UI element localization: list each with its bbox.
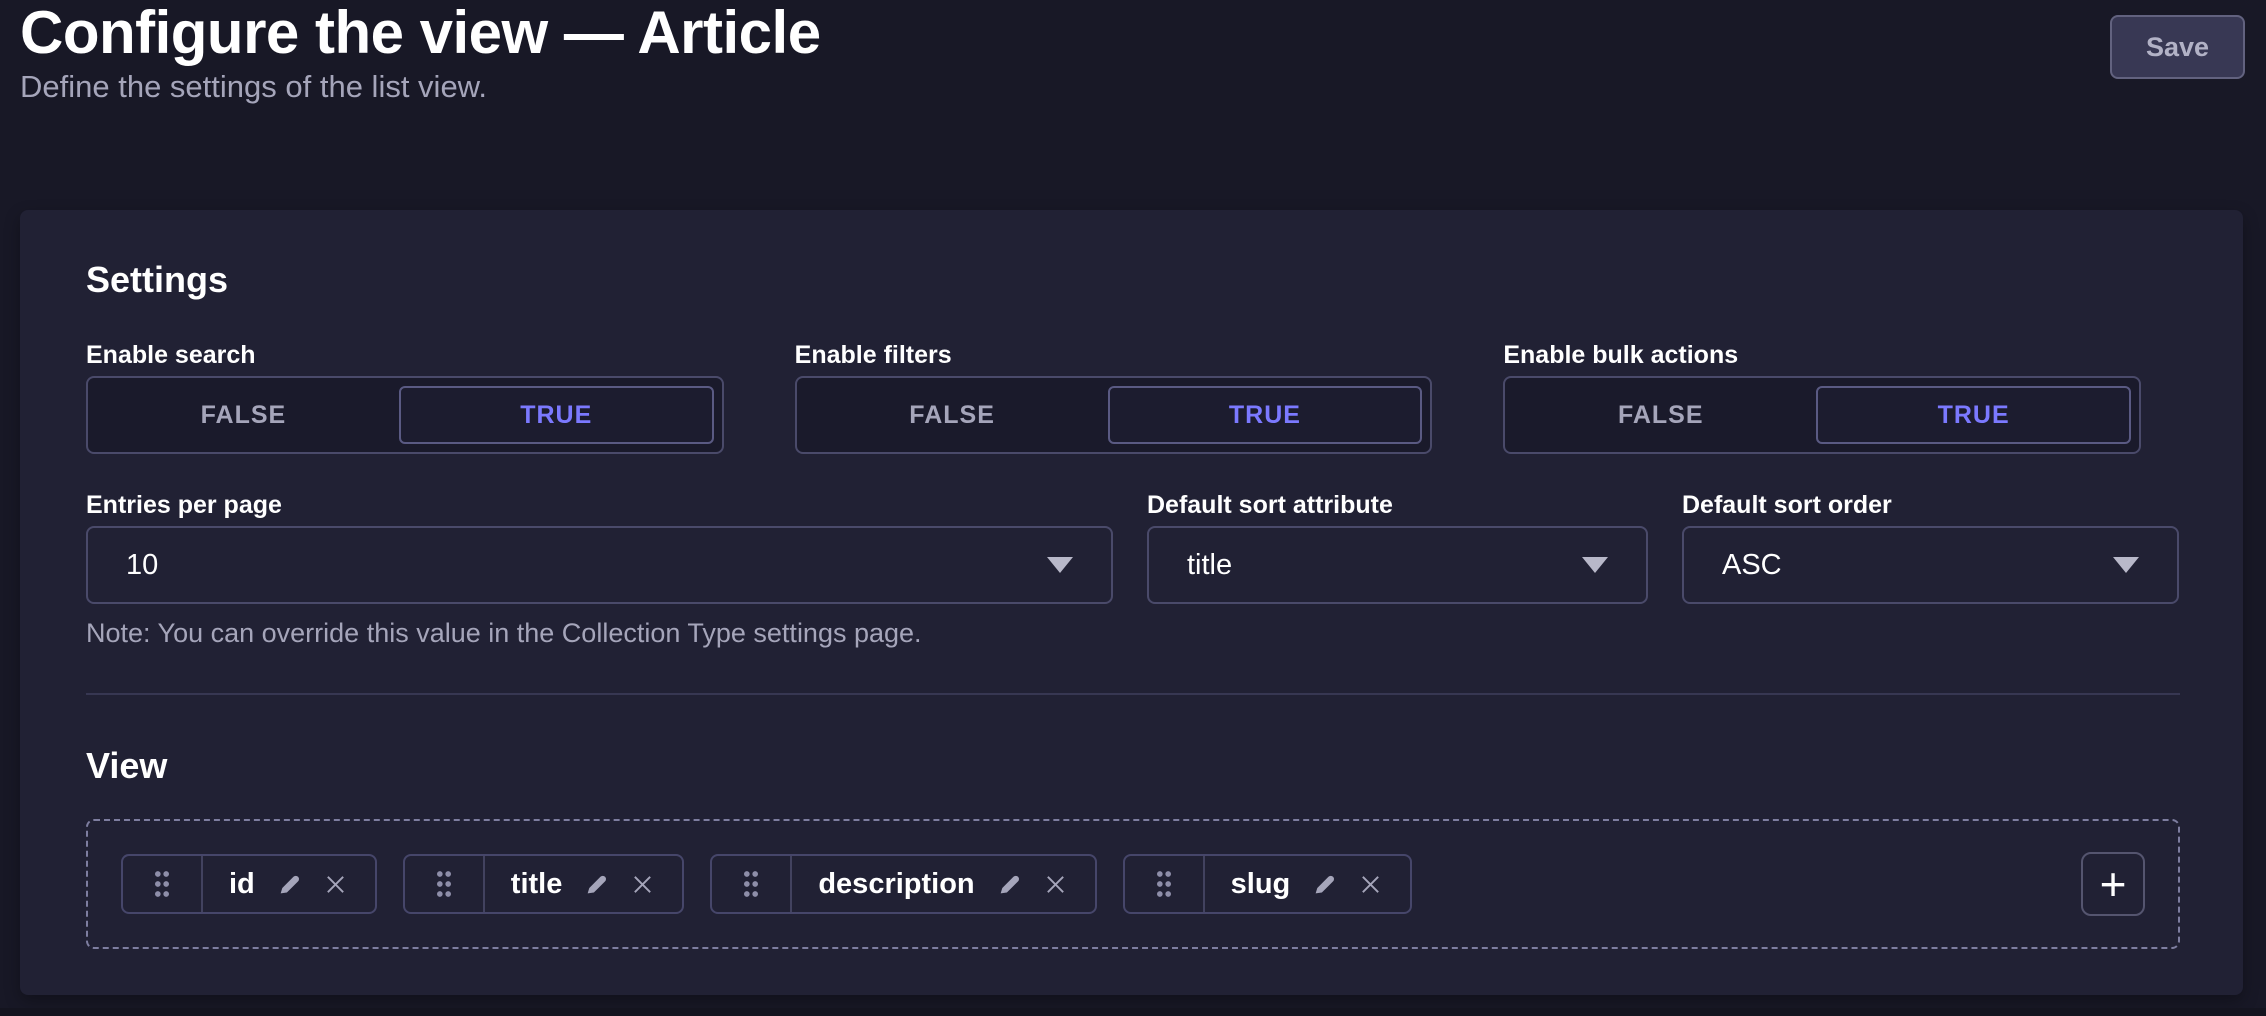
entries-per-page-select[interactable]: 10	[86, 526, 1113, 604]
default-sort-order-select[interactable]: ASC	[1682, 526, 2179, 604]
field-chip-body: id	[203, 856, 375, 912]
field-chip-slug: slug	[1123, 854, 1413, 914]
entries-per-page-note: Note: You can override this value in the…	[86, 618, 2180, 648]
settings-heading: Settings	[86, 262, 2180, 298]
pencil-icon	[584, 872, 609, 897]
default-sort-order-field: Default sort order ASC	[1682, 492, 2179, 604]
section-divider	[86, 693, 2180, 695]
settings-card: Settings Enable search FALSE TRUE Enable…	[20, 210, 2243, 995]
close-icon	[1044, 873, 1067, 896]
drag-handle-icon	[152, 869, 172, 899]
toggle-option-false[interactable]: FALSE	[1505, 378, 1816, 452]
close-icon	[1359, 873, 1382, 896]
bottom-edge-strip	[0, 1008, 2266, 1016]
selects-row: Entries per page 10 Default sort attribu…	[86, 492, 2180, 604]
remove-field-button[interactable]	[1044, 873, 1067, 896]
enable-filters-field: Enable filters FALSE TRUE	[795, 342, 1472, 454]
drag-handle[interactable]	[123, 856, 203, 912]
toggle-option-true[interactable]: TRUE	[1108, 386, 1423, 444]
edit-field-button[interactable]	[1312, 872, 1337, 897]
field-chip-title: title	[403, 854, 685, 914]
drag-handle[interactable]	[405, 856, 485, 912]
field-chip-id: id	[121, 854, 377, 914]
select-value: title	[1187, 549, 1232, 582]
enable-search-label: Enable search	[86, 342, 763, 368]
enable-bulk-actions-field: Enable bulk actions FALSE TRUE	[1503, 342, 2180, 454]
field-drop-zone: id title	[86, 819, 2180, 949]
default-sort-attribute-field: Default sort attribute title	[1147, 492, 1648, 604]
default-sort-attribute-select[interactable]: title	[1147, 526, 1648, 604]
enable-search-toggle: FALSE TRUE	[86, 376, 724, 454]
page-header: Configure the view — Article Define the …	[0, 0, 2266, 104]
drag-handle[interactable]	[1125, 856, 1205, 912]
edit-field-button[interactable]	[277, 872, 302, 897]
edit-field-button[interactable]	[997, 872, 1022, 897]
drag-handle-icon	[1154, 869, 1174, 899]
toggles-row: Enable search FALSE TRUE Enable filters …	[86, 342, 2180, 454]
remove-field-button[interactable]	[1359, 873, 1382, 896]
select-value: 10	[126, 549, 158, 582]
close-icon	[631, 873, 654, 896]
enable-bulk-actions-toggle: FALSE TRUE	[1503, 376, 2141, 454]
page-title: Configure the view — Article	[20, 2, 821, 64]
toggle-option-false[interactable]: FALSE	[797, 378, 1108, 452]
default-sort-attribute-label: Default sort attribute	[1147, 492, 1648, 518]
pencil-icon	[1312, 872, 1337, 897]
page-header-text: Configure the view — Article Define the …	[20, 2, 821, 104]
caret-down-icon	[1047, 557, 1073, 573]
close-icon	[324, 873, 347, 896]
drag-handle-icon	[434, 869, 454, 899]
pencil-icon	[997, 872, 1022, 897]
enable-search-field: Enable search FALSE TRUE	[86, 342, 763, 454]
page-subtitle: Define the settings of the list view.	[20, 70, 821, 104]
select-value: ASC	[1722, 549, 1782, 582]
edit-field-button[interactable]	[584, 872, 609, 897]
remove-field-button[interactable]	[324, 873, 347, 896]
field-chip-body: slug	[1205, 856, 1411, 912]
entries-per-page-field: Entries per page 10	[86, 492, 1113, 604]
field-chip-label: id	[229, 868, 255, 901]
field-chip-body: title	[485, 856, 683, 912]
field-chip-label: slug	[1231, 868, 1291, 901]
pencil-icon	[277, 872, 302, 897]
enable-filters-label: Enable filters	[795, 342, 1472, 368]
caret-down-icon	[2113, 557, 2139, 573]
view-heading: View	[86, 748, 2180, 784]
entries-per-page-label: Entries per page	[86, 492, 1113, 518]
field-chip-description: description	[710, 854, 1096, 914]
drag-handle-icon	[741, 869, 761, 899]
save-button[interactable]: Save	[2110, 15, 2245, 79]
field-chip-body: description	[792, 856, 1094, 912]
enable-filters-toggle: FALSE TRUE	[795, 376, 1433, 454]
add-field-button[interactable]: +	[2081, 852, 2145, 916]
toggle-option-true[interactable]: TRUE	[399, 386, 714, 444]
field-chip-label: title	[511, 868, 563, 901]
default-sort-order-label: Default sort order	[1682, 492, 2179, 518]
field-chip-label: description	[818, 868, 974, 901]
drag-handle[interactable]	[712, 856, 792, 912]
toggle-option-true[interactable]: TRUE	[1816, 386, 2131, 444]
remove-field-button[interactable]	[631, 873, 654, 896]
toggle-option-false[interactable]: FALSE	[88, 378, 399, 452]
caret-down-icon	[1582, 557, 1608, 573]
enable-bulk-actions-label: Enable bulk actions	[1503, 342, 2180, 368]
